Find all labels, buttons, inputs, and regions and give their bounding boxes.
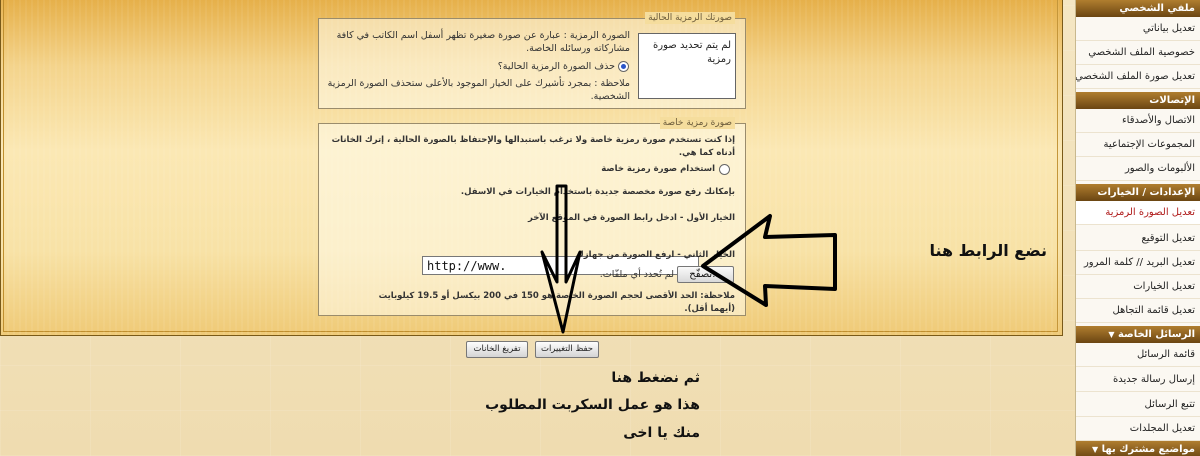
down-arrow-icon — [540, 184, 582, 334]
sidebar-item-profile-privacy[interactable]: خصوصية الملف الشخصي — [1076, 41, 1200, 65]
sidebar-header-label: الرسائل الخاصة — [1117, 329, 1195, 340]
sidebar-item-edit-options[interactable]: تعديل الخيارات — [1076, 275, 1200, 299]
sidebar-header-subscribed-threads[interactable]: مواضيع مشترك بها ▼ — [1076, 441, 1200, 456]
caret-down-icon: ▼ — [1091, 445, 1099, 454]
sidebar-item-edit-avatar[interactable]: تعديل الصورة الرمزية — [1076, 201, 1200, 225]
left-arrow-icon — [701, 214, 837, 307]
sidebar-header-settings[interactable]: الإعدادات / الخيارات — [1076, 184, 1200, 201]
sidebar-item-albums[interactable]: الألبومات والصور — [1076, 157, 1200, 181]
annotation-arrows — [540, 184, 837, 334]
sidebar-header-profile[interactable]: ملفي الشخصي — [1076, 0, 1200, 17]
annotation-put-link-here: نضع الرابط هنا — [929, 241, 1047, 260]
sidebar-item-edit-folders[interactable]: تعديل المجلدات — [1076, 417, 1200, 441]
annotation-line-3: منك يا اخى — [623, 425, 700, 441]
sidebar-item-edit-signature[interactable]: تعديل التوقيع — [1076, 227, 1200, 251]
caret-down-icon: ▼ — [1108, 330, 1115, 339]
sidebar-header-label: مواضيع مشترك بها — [1101, 444, 1195, 455]
annotation-line-1: ثم نضغط هنا — [611, 370, 700, 386]
user-cp-sidebar: ملفي الشخصي تعديل بياناتي خصوصية الملف ا… — [1075, 0, 1200, 456]
sidebar-header-networking[interactable]: الإتصالات — [1076, 92, 1200, 109]
sidebar-header-private-messages[interactable]: الرسائل الخاصة ▼ — [1076, 326, 1200, 343]
sidebar-item-edit-email-password[interactable]: تعديل البريد // كلمة المرور — [1076, 251, 1200, 275]
annotation-line-2: هذا هو عمل السكربت المطلوب — [485, 397, 700, 413]
sidebar-item-track-messages[interactable]: تتبع الرسائل — [1076, 393, 1200, 417]
sidebar-item-message-list[interactable]: قائمة الرسائل — [1076, 343, 1200, 367]
sidebar-item-social-groups[interactable]: المجموعات الإجتماعية — [1076, 133, 1200, 157]
sidebar-item-send-message[interactable]: إرسال رسالة جديدة — [1076, 368, 1200, 392]
sidebar-item-edit-details[interactable]: تعديل بياناتي — [1076, 17, 1200, 41]
sidebar-item-profile-picture[interactable]: تعديل صورة الملف الشخصي — [1076, 65, 1200, 89]
sidebar-item-contacts-friends[interactable]: الاتصال والأصدقاء — [1076, 109, 1200, 133]
sidebar-item-edit-ignore-list[interactable]: تعديل قائمة التجاهل — [1076, 299, 1200, 323]
